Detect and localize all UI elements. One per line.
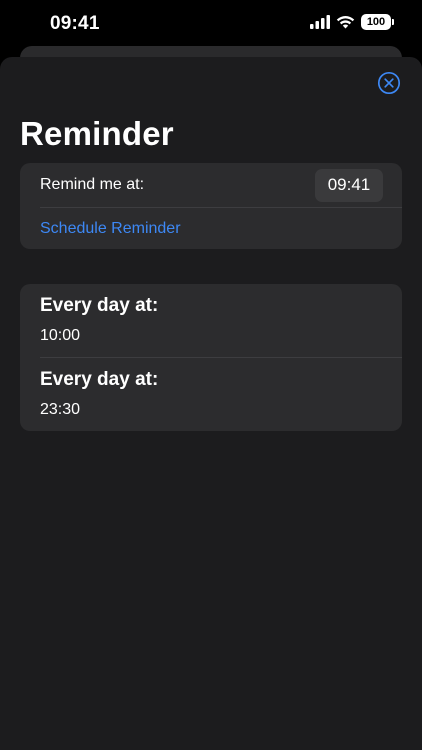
cellular-signal-icon (310, 15, 330, 29)
battery-level: 100 (366, 16, 386, 28)
list-item[interactable]: Every day at: 23:30 (20, 358, 402, 431)
reminders-list: Every day at: 10:00 Every day at: 23:30 (20, 284, 402, 431)
remind-me-row: Remind me at: 09:41 (20, 163, 402, 207)
schedule-group: Remind me at: 09:41 Schedule Reminder (20, 163, 402, 249)
page-title: Reminder (20, 115, 174, 152)
wifi-icon (336, 16, 355, 29)
reminder-heading: Every day at: (40, 295, 159, 316)
schedule-reminder-button[interactable]: Schedule Reminder (20, 208, 402, 249)
reminder-time: 10:00 (40, 327, 81, 344)
battery-icon: 100 (361, 14, 394, 30)
status-icons: 100 (310, 14, 394, 30)
reminder-time: 23:30 (40, 401, 81, 418)
status-bar: 09:41 100 (0, 0, 422, 46)
reminder-heading: Every day at: (40, 369, 159, 390)
list-item[interactable]: Every day at: 10:00 (20, 284, 402, 357)
close-icon[interactable] (377, 71, 401, 95)
reminder-sheet: Reminder Remind me at: 09:41 Schedule Re… (0, 57, 422, 750)
status-time: 09:41 (50, 13, 100, 34)
time-picker[interactable]: 09:41 (315, 168, 383, 202)
remind-me-label: Remind me at: (40, 176, 145, 193)
